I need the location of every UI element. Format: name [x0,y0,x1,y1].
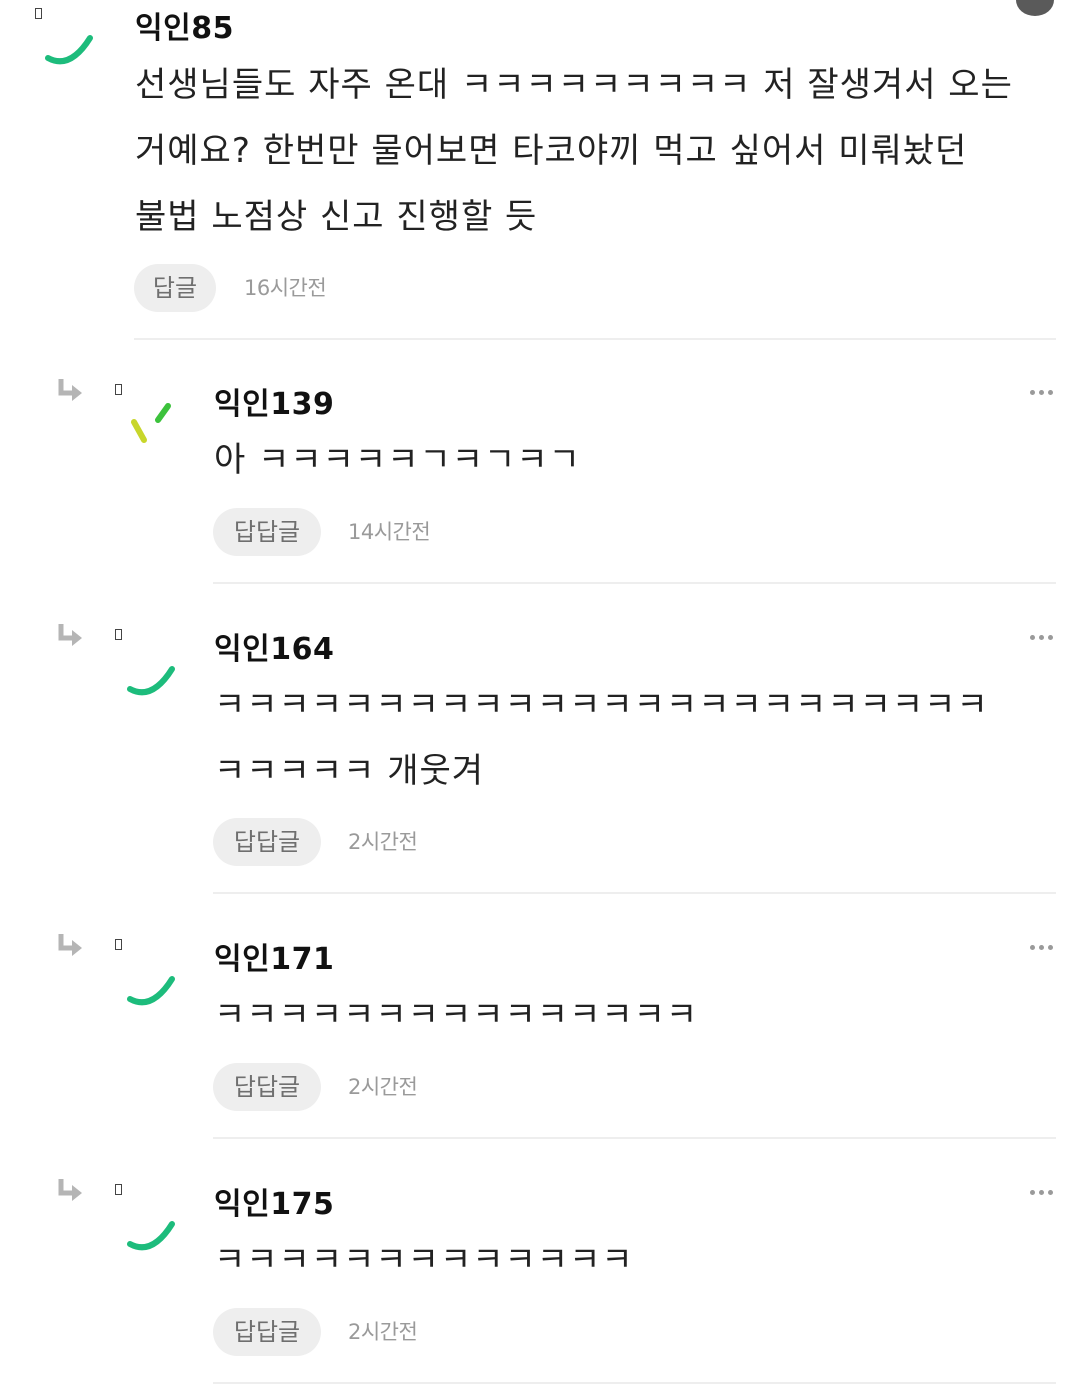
missing-glyph-icon [115,939,122,950]
comment-timestamp: 2시간전 [348,830,418,854]
more-options-icon[interactable] [1030,1190,1054,1196]
avatar[interactable] [122,398,178,454]
comment-body-line: ㅋㅋㅋㅋㅋㅋㅋㅋㅋㅋㅋㅋㅋㅋㅋ [214,995,699,1035]
reply-comment: 익인171 ㅋㅋㅋㅋㅋㅋㅋㅋㅋㅋㅋㅋㅋㅋㅋ 답답글 2시간전 [0,895,1080,1140]
comment-timestamp: 2시간전 [348,1320,418,1344]
comment-body: 선생님들도 자주 온대 ㅋㅋㅋㅋㅋㅋㅋㅋㅋ 저 잘생겨서 오는 거예요? 한번만… [135,52,1013,250]
divider [213,892,1056,894]
missing-glyph-icon [115,629,122,640]
comment-timestamp: 16시간전 [244,276,327,300]
avatar[interactable] [122,953,178,1009]
reply-button[interactable]: 답글 [134,264,216,312]
comment-body-line: ㅋㅋㅋㅋㅋ 개웃겨 [214,751,485,791]
comment-body-line: 아 ㅋㅋㅋㅋㅋㄱㅋㄱㅋㄱ [214,440,581,480]
comment-timestamp: 14시간전 [348,520,431,544]
comment-body: 아 ㅋㅋㅋㅋㅋㄱㅋㄱㅋㄱ [214,427,581,493]
comment-body-line: 선생님들도 자주 온대 ㅋㅋㅋㅋㅋㅋㅋㅋㅋ 저 잘생겨서 오는 [135,65,1013,105]
comment-author[interactable]: 익인139 [214,379,334,423]
avatar[interactable] [122,1198,178,1254]
reply-comment: 익인164 ㅋㅋㅋㅋㅋㅋㅋㅋㅋㅋㅋㅋㅋㅋㅋㅋㅋㅋㅋㅋㅋㅋㅋㅋ ㅋㅋㅋㅋㅋ 개웃겨… [0,585,1080,895]
reply-arrow-icon [58,624,82,646]
avatar[interactable] [122,643,178,699]
more-options-icon[interactable] [1030,635,1054,641]
reply-arrow-icon [58,379,82,401]
reply-arrow-icon [58,1179,82,1201]
comment: 익인85 선생님들도 자주 온대 ㅋㅋㅋㅋㅋㅋㅋㅋㅋ 저 잘생겨서 오는 거예요… [0,0,1080,340]
avatar[interactable] [40,12,96,68]
comment-author[interactable]: 익인164 [214,624,334,668]
divider [213,1382,1056,1384]
reply-button[interactable]: 답답글 [213,818,321,866]
reply-button[interactable]: 답답글 [213,1308,321,1356]
comment-body-line: ㅋㅋㅋㅋㅋㅋㅋㅋㅋㅋㅋㅋㅋㅋㅋㅋㅋㅋㅋㅋㅋㅋㅋㅋ [214,685,989,725]
comment-timestamp: 2시간전 [348,1075,418,1099]
more-options-icon[interactable] [1030,390,1054,396]
divider [213,582,1056,584]
more-options-icon[interactable] [1016,0,1054,16]
reply-comment: 익인175 ㅋㅋㅋㅋㅋㅋㅋㅋㅋㅋㅋㅋㅋ 답답글 2시간전 [0,1140,1080,1391]
divider [213,1137,1056,1139]
missing-glyph-icon [115,1184,122,1195]
comment-body: ㅋㅋㅋㅋㅋㅋㅋㅋㅋㅋㅋㅋㅋㅋㅋㅋㅋㅋㅋㅋㅋㅋㅋㅋ ㅋㅋㅋㅋㅋ 개웃겨 [214,672,989,804]
reply-arrow-icon [58,934,82,956]
reply-comment: 익인139 아 ㅋㅋㅋㅋㅋㄱㅋㄱㅋㄱ 답답글 14시간전 [0,340,1080,585]
comment-body: ㅋㅋㅋㅋㅋㅋㅋㅋㅋㅋㅋㅋㅋㅋㅋ [214,982,698,1048]
comment-body: ㅋㅋㅋㅋㅋㅋㅋㅋㅋㅋㅋㅋㅋ [214,1227,634,1293]
reply-button[interactable]: 답답글 [213,1063,321,1111]
comment-author[interactable]: 익인175 [214,1179,334,1223]
missing-glyph-icon [115,384,122,395]
more-options-icon[interactable] [1030,945,1054,951]
comment-author[interactable]: 익인85 [135,3,234,47]
comment-author[interactable]: 익인171 [214,934,334,978]
comment-body-line: 불법 노점상 신고 진행할 듯 [135,197,538,237]
reply-button[interactable]: 답답글 [213,508,321,556]
comment-body-line: ㅋㅋㅋㅋㅋㅋㅋㅋㅋㅋㅋㅋㅋ [214,1240,634,1280]
comment-body-line: 거예요? 한번만 물어보면 타코야끼 먹고 싶어서 미뤄놨던 [135,131,968,171]
